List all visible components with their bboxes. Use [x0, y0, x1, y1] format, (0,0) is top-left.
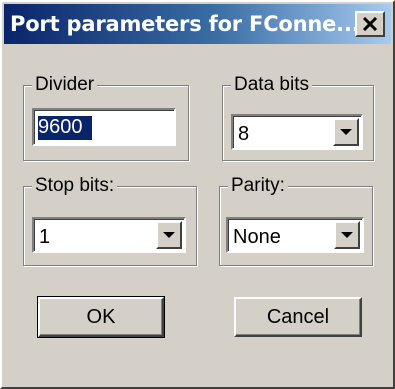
- parity-value: None: [233, 226, 281, 248]
- data-bits-group: Data bits 8: [222, 74, 374, 161]
- divider-group: Divider: [23, 74, 189, 161]
- data-bits-label: Data bits: [231, 74, 312, 96]
- dialog-body: Divider Data bits 8 Stop bits: 1: [4, 44, 391, 385]
- window-title: Port parameters for FConne...: [10, 12, 360, 36]
- parity-dropdown-button[interactable]: [334, 221, 360, 249]
- divider-label: Divider: [32, 74, 98, 96]
- chevron-down-icon: [340, 129, 352, 135]
- parity-group: Parity: None: [219, 175, 373, 266]
- parity-label: Parity:: [228, 175, 288, 197]
- close-icon: [362, 17, 378, 31]
- data-bits-value: 8: [238, 123, 250, 145]
- stop-bits-value: 1: [39, 226, 51, 248]
- cancel-button[interactable]: Cancel: [234, 297, 362, 337]
- stop-bits-select[interactable]: 1: [32, 217, 186, 253]
- parity-select[interactable]: None: [226, 217, 364, 253]
- ok-button[interactable]: OK: [37, 296, 165, 338]
- stop-bits-dropdown-button[interactable]: [156, 221, 182, 249]
- data-bits-dropdown-button[interactable]: [333, 118, 359, 146]
- chevron-down-icon: [341, 232, 353, 238]
- chevron-down-icon: [163, 232, 175, 238]
- stop-bits-label: Stop bits:: [32, 175, 118, 197]
- close-button[interactable]: [355, 11, 385, 37]
- divider-input[interactable]: [38, 114, 158, 140]
- title-bar[interactable]: Port parameters for FConne...: [4, 4, 391, 44]
- stop-bits-group: Stop bits: 1: [23, 175, 197, 266]
- data-bits-select[interactable]: 8: [231, 114, 363, 150]
- port-parameters-dialog: Port parameters for FConne... Divider Da…: [0, 0, 395, 389]
- divider-field[interactable]: [32, 108, 176, 146]
